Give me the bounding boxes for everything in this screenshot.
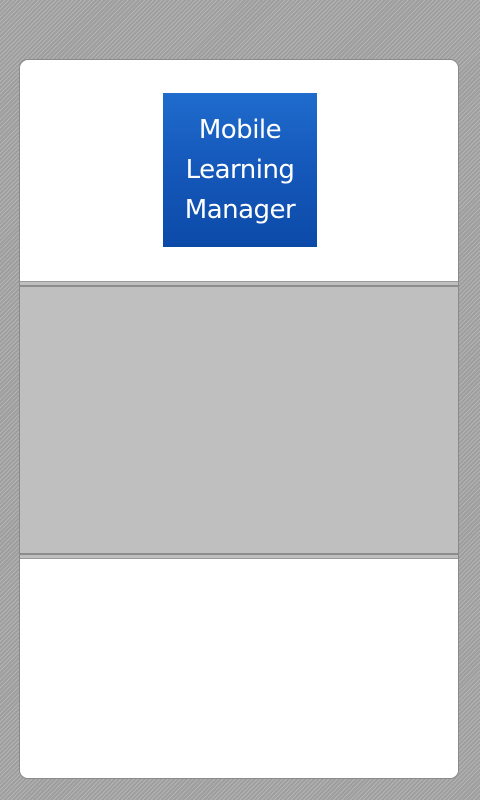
app-logo: Mobile Learning Manager (163, 93, 317, 247)
logo-line-learning: Learning (185, 155, 295, 185)
logo-line-manager: Manager (184, 195, 296, 225)
bottom-area (20, 559, 458, 778)
content-panel (20, 281, 458, 559)
main-card: Mobile Learning Manager (19, 59, 459, 779)
logo-line-mobile: Mobile (198, 115, 282, 145)
logo-text: Mobile Learning Manager (184, 110, 296, 230)
